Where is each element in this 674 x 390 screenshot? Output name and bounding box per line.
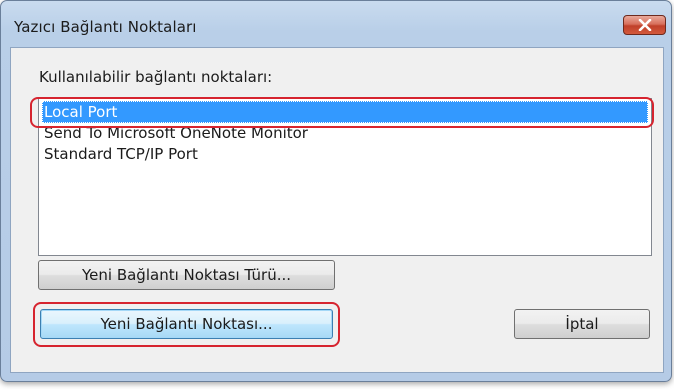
available-ports-listbox[interactable]: Local Port Send To Microsoft OneNote Mon… — [38, 98, 652, 256]
close-icon — [638, 19, 652, 31]
printer-ports-dialog: Yazıcı Bağlantı Noktaları Kullanılabilir… — [0, 0, 672, 382]
cancel-button[interactable]: İptal — [514, 309, 650, 339]
new-port-button[interactable]: Yeni Bağlantı Noktası... — [40, 309, 333, 339]
dialog-client-area: Kullanılabilir bağlantı noktaları: Local… — [10, 47, 664, 373]
title-bar[interactable]: Yazıcı Bağlantı Noktaları — [1, 1, 671, 41]
close-button[interactable] — [623, 15, 666, 35]
port-item-standard-tcpip[interactable]: Standard TCP/IP Port — [42, 143, 648, 165]
window-title: Yazıcı Bağlantı Noktaları — [14, 18, 197, 36]
port-item-local-port[interactable]: Local Port — [42, 101, 648, 123]
port-item-onenote-monitor[interactable]: Send To Microsoft OneNote Monitor — [42, 122, 648, 144]
new-port-type-button[interactable]: Yeni Bağlantı Noktası Türü... — [38, 260, 335, 290]
available-ports-label: Kullanılabilir bağlantı noktaları: — [39, 68, 273, 86]
